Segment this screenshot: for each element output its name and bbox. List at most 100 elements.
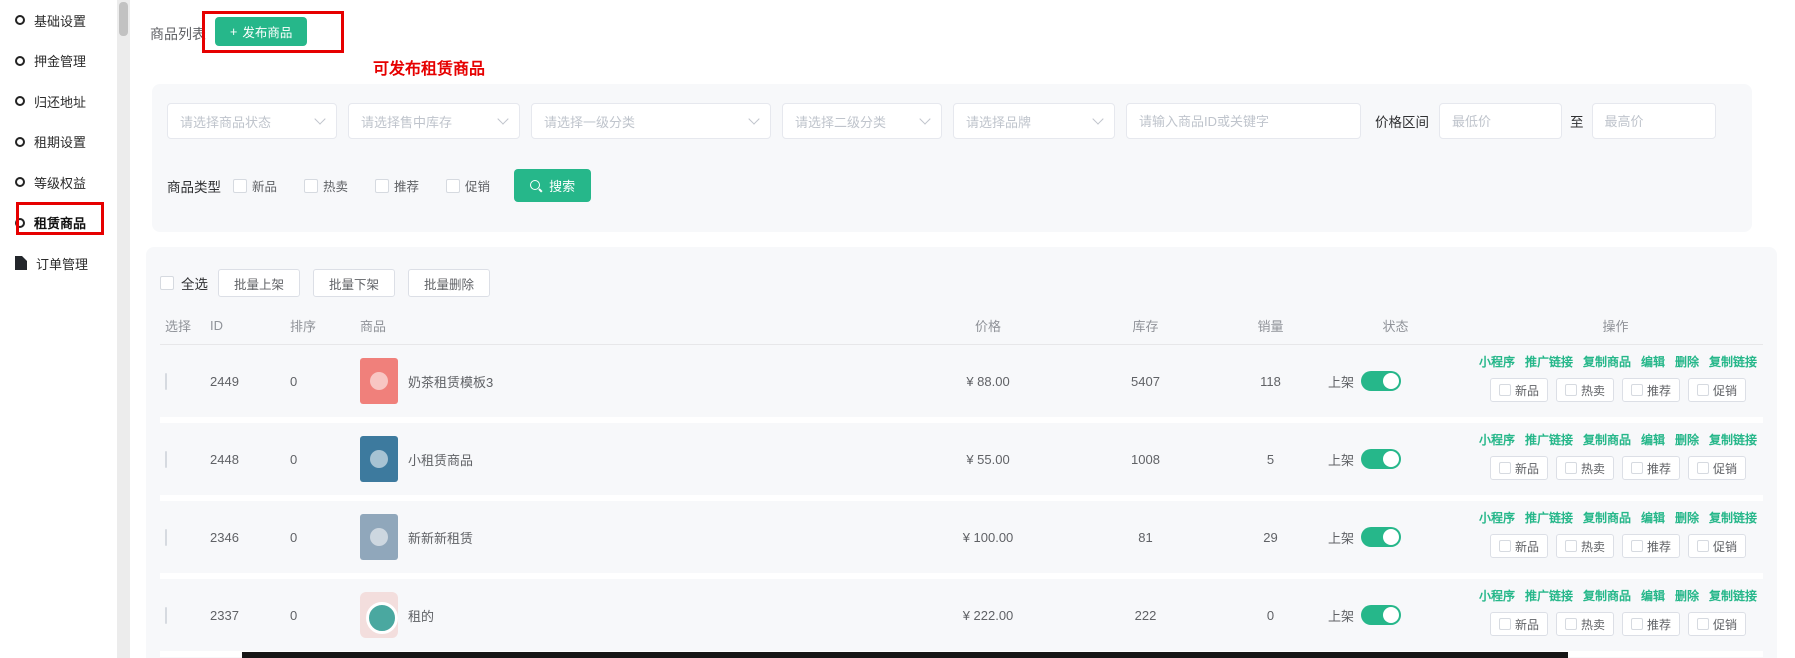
type-option-promo[interactable]: 促销: [446, 176, 490, 195]
tag-recommend[interactable]: 推荐: [1622, 378, 1680, 402]
tag-promo[interactable]: 促销: [1688, 534, 1746, 558]
edit-link[interactable]: 编辑: [1641, 432, 1665, 448]
onshelf-toggle[interactable]: [1361, 605, 1401, 625]
checkbox[interactable]: [446, 179, 460, 193]
tag-new[interactable]: 新品: [1490, 534, 1548, 558]
mini-program-link[interactable]: 小程序: [1479, 588, 1515, 604]
tag-hot[interactable]: 热卖: [1556, 456, 1614, 480]
promo-link-link[interactable]: 推广链接: [1525, 588, 1573, 604]
tag-recommend[interactable]: 推荐: [1622, 612, 1680, 636]
delete-link[interactable]: 删除: [1675, 432, 1699, 448]
checkbox[interactable]: [1565, 618, 1577, 630]
checkbox[interactable]: [233, 179, 247, 193]
select-onsale-stock[interactable]: 请选择售中库存: [348, 103, 520, 139]
type-option-hot[interactable]: 热卖: [304, 176, 348, 195]
row-checkbox[interactable]: [165, 373, 167, 390]
checkbox-label: 热卖: [323, 176, 348, 195]
type-option-recommend[interactable]: 推荐: [375, 176, 419, 195]
batch-offshelf-button[interactable]: 批量下架: [313, 269, 395, 297]
sidebar-item-lease-term-settings[interactable]: 租期设置: [0, 122, 117, 163]
publish-product-button[interactable]: + 发布商品: [215, 17, 307, 46]
tag-hot[interactable]: 热卖: [1556, 612, 1614, 636]
batch-onshelf-button[interactable]: 批量上架: [218, 269, 300, 297]
tag-hot[interactable]: 热卖: [1556, 534, 1614, 558]
delete-link[interactable]: 删除: [1675, 354, 1699, 370]
batch-delete-button[interactable]: 批量删除: [408, 269, 490, 297]
onshelf-toggle[interactable]: [1361, 371, 1401, 391]
select-primary-category[interactable]: 请选择一级分类: [531, 103, 771, 139]
mini-program-link[interactable]: 小程序: [1479, 432, 1515, 448]
row-checkbox[interactable]: [165, 529, 167, 546]
mini-program-link[interactable]: 小程序: [1479, 354, 1515, 370]
row-checkbox[interactable]: [165, 451, 167, 468]
tag-promo[interactable]: 促销: [1688, 378, 1746, 402]
max-price-input[interactable]: [1592, 103, 1716, 139]
sidebar-item-rental-products[interactable]: 租赁商品: [0, 203, 117, 244]
tag-label: 推荐: [1647, 460, 1671, 477]
tag-hot[interactable]: 热卖: [1556, 378, 1614, 402]
sidebar-item-basic-settings[interactable]: 基础设置: [0, 0, 117, 41]
tag-new[interactable]: 新品: [1490, 378, 1548, 402]
copy-product-link[interactable]: 复制商品: [1583, 510, 1631, 526]
checkbox[interactable]: [1631, 540, 1643, 552]
edit-link[interactable]: 编辑: [1641, 588, 1665, 604]
copy-product-link[interactable]: 复制商品: [1583, 354, 1631, 370]
sidebar-item-label: 归还地址: [34, 92, 86, 111]
row-checkbox[interactable]: [165, 607, 167, 624]
checkbox[interactable]: [1631, 384, 1643, 396]
type-option-new[interactable]: 新品: [233, 176, 277, 195]
select-secondary-category[interactable]: 请选择二级分类: [782, 103, 942, 139]
product-sales: 29: [1218, 530, 1323, 545]
scrollbar-thumb[interactable]: [119, 2, 128, 36]
delete-link[interactable]: 删除: [1675, 588, 1699, 604]
delete-link[interactable]: 删除: [1675, 510, 1699, 526]
copy-url-link[interactable]: 复制链接: [1709, 354, 1757, 370]
select-all-checkbox[interactable]: [160, 276, 174, 290]
select-product-status[interactable]: 请选择商品状态: [167, 103, 337, 139]
checkbox[interactable]: [1565, 462, 1577, 474]
checkbox[interactable]: [1631, 618, 1643, 630]
copy-url-link[interactable]: 复制链接: [1709, 588, 1757, 604]
tag-recommend[interactable]: 推荐: [1622, 534, 1680, 558]
search-button[interactable]: 搜索: [514, 169, 591, 202]
sidebar-item-deposit-management[interactable]: 押金管理: [0, 41, 117, 82]
checkbox[interactable]: [1499, 384, 1511, 396]
scrollbar-track[interactable]: [117, 0, 130, 658]
edit-link[interactable]: 编辑: [1641, 354, 1665, 370]
checkbox[interactable]: [1697, 462, 1709, 474]
checkbox[interactable]: [1697, 384, 1709, 396]
sidebar-item-return-address[interactable]: 归还地址: [0, 81, 117, 122]
checkbox[interactable]: [1565, 540, 1577, 552]
select-brand[interactable]: 请选择品牌: [953, 103, 1115, 139]
tag-new[interactable]: 新品: [1490, 456, 1548, 480]
checkbox[interactable]: [375, 179, 389, 193]
sidebar-item-level-benefits[interactable]: 等级权益: [0, 162, 117, 203]
checkbox[interactable]: [1631, 462, 1643, 474]
keyword-input[interactable]: [1126, 103, 1361, 139]
tag-new[interactable]: 新品: [1490, 612, 1548, 636]
promo-link-link[interactable]: 推广链接: [1525, 510, 1573, 526]
promo-link-link[interactable]: 推广链接: [1525, 354, 1573, 370]
mini-program-link[interactable]: 小程序: [1479, 510, 1515, 526]
checkbox[interactable]: [1697, 618, 1709, 630]
promo-link-link[interactable]: 推广链接: [1525, 432, 1573, 448]
copy-product-link[interactable]: 复制商品: [1583, 588, 1631, 604]
onshelf-toggle[interactable]: [1361, 527, 1401, 547]
checkbox[interactable]: [1697, 540, 1709, 552]
checkbox[interactable]: [1565, 384, 1577, 396]
copy-url-link[interactable]: 复制链接: [1709, 432, 1757, 448]
product-type-label: 商品类型: [167, 176, 221, 196]
checkbox[interactable]: [1499, 540, 1511, 552]
onshelf-toggle[interactable]: [1361, 449, 1401, 469]
checkbox[interactable]: [1499, 618, 1511, 630]
tag-recommend[interactable]: 推荐: [1622, 456, 1680, 480]
copy-url-link[interactable]: 复制链接: [1709, 510, 1757, 526]
edit-link[interactable]: 编辑: [1641, 510, 1665, 526]
tag-promo[interactable]: 促销: [1688, 612, 1746, 636]
sidebar-item-order-management[interactable]: 订单管理: [0, 243, 117, 284]
checkbox[interactable]: [304, 179, 318, 193]
copy-product-link[interactable]: 复制商品: [1583, 432, 1631, 448]
checkbox[interactable]: [1499, 462, 1511, 474]
tag-promo[interactable]: 促销: [1688, 456, 1746, 480]
min-price-input[interactable]: [1439, 103, 1562, 139]
